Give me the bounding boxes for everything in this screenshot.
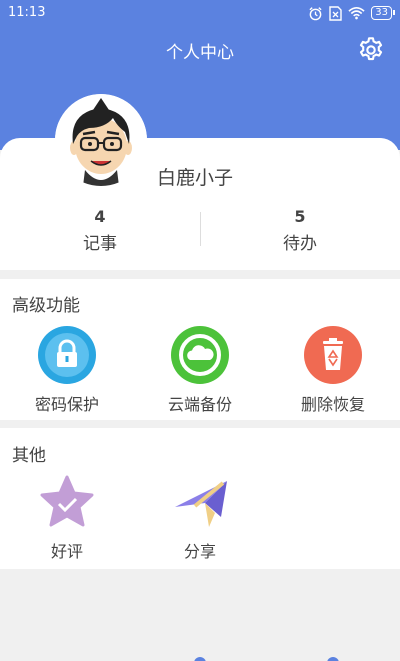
notes-count: 4	[94, 207, 106, 226]
cloud-icon	[171, 326, 229, 384]
others-section-title: 其他	[12, 446, 46, 466]
todos-label: 待办	[283, 234, 317, 254]
delete-recover-label: 删除恢复	[300, 395, 365, 414]
delete-recover-button[interactable]: 删除恢复	[273, 326, 393, 415]
wifi-icon	[348, 7, 365, 20]
battery-icon: 33	[371, 6, 395, 20]
stat-notes[interactable]: 4 记事	[0, 207, 200, 254]
password-protect-button[interactable]: 密码保护	[7, 326, 127, 415]
paper-plane-icon	[171, 473, 229, 531]
cartoon-avatar-icon	[55, 94, 147, 186]
cloud-backup-button[interactable]: 云端备份	[140, 326, 260, 415]
share-button[interactable]: 分享	[140, 473, 260, 562]
stat-todos[interactable]: 5 待办	[200, 207, 400, 254]
sim-off-icon	[329, 5, 342, 21]
status-bar: 11:13 33	[0, 0, 400, 26]
avatar[interactable]	[55, 94, 147, 186]
lock-icon	[38, 326, 96, 384]
bottom-nav-hint	[327, 657, 339, 661]
advanced-section: 高级功能 密码保护 云端备份 删除恢复	[0, 279, 400, 420]
others-section: 其他 好评 分享	[0, 428, 400, 569]
page-title: 个人中心	[166, 43, 234, 63]
rate-button[interactable]: 好评	[7, 473, 127, 562]
advanced-section-title: 高级功能	[12, 296, 80, 316]
star-check-icon	[38, 473, 96, 531]
username: 白鹿小子	[157, 167, 234, 189]
bottom-nav-hint	[194, 657, 206, 661]
share-label: 分享	[183, 542, 216, 561]
status-icons: 33	[308, 5, 395, 21]
rate-label: 好评	[50, 542, 83, 561]
status-time: 11:13	[8, 5, 46, 20]
notes-label: 记事	[83, 234, 117, 254]
gear-icon[interactable]	[357, 36, 385, 64]
password-protect-label: 密码保护	[34, 395, 99, 414]
todos-count: 5	[294, 207, 306, 226]
alarm-icon	[309, 6, 322, 20]
cloud-backup-label: 云端备份	[167, 395, 232, 414]
recycle-bin-icon	[304, 326, 362, 384]
